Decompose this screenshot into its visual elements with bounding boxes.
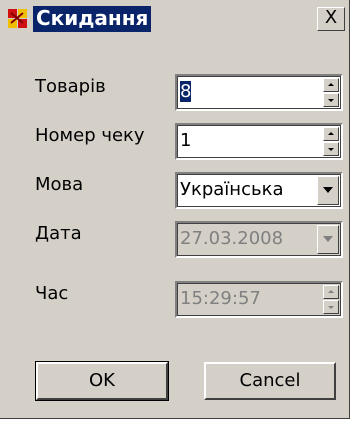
goods-increment-button[interactable] <box>323 78 339 92</box>
language-select[interactable]: Українська <box>175 172 343 209</box>
language-dropdown-button[interactable] <box>317 176 339 205</box>
time-value: 15:29:57 <box>180 288 261 309</box>
language-value[interactable]: Українська <box>180 179 283 200</box>
close-button[interactable]: X <box>317 7 345 31</box>
receipt-number-label: Номер чеку <box>35 125 145 146</box>
time-stepper: 15:29:57 <box>175 281 343 318</box>
goods-stepper[interactable]: 8 <box>175 74 343 111</box>
goods-spin[interactable] <box>323 78 339 107</box>
cancel-button[interactable]: Cancel <box>204 362 336 400</box>
goods-decrement-button[interactable] <box>323 93 339 107</box>
time-decrement-button <box>323 300 339 314</box>
window-title: Скидання <box>33 6 152 32</box>
goods-value[interactable]: 8 <box>180 81 192 102</box>
date-dropdown-button <box>317 225 339 254</box>
receipt-increment-button[interactable] <box>323 127 339 141</box>
time-label: Час <box>35 283 69 304</box>
time-spin <box>323 285 339 314</box>
ok-button[interactable]: OK <box>35 361 169 401</box>
receipt-number-value[interactable]: 1 <box>180 130 191 151</box>
discount-dialog: Скидання X Товарів 8 Номер чеку 1 Мова У… <box>0 0 350 419</box>
time-increment-button <box>323 285 339 299</box>
receipt-decrement-button[interactable] <box>323 142 339 156</box>
date-picker: 27.03.2008 <box>175 221 343 258</box>
receipt-spin[interactable] <box>323 127 339 156</box>
date-value: 27.03.2008 <box>180 228 284 249</box>
date-label: Дата <box>35 223 82 244</box>
language-label: Мова <box>35 174 84 195</box>
discount-app-icon <box>8 9 27 28</box>
receipt-number-stepper[interactable]: 1 <box>175 123 343 160</box>
title-bar: Скидання X <box>0 0 349 36</box>
goods-label: Товарів <box>35 76 106 97</box>
